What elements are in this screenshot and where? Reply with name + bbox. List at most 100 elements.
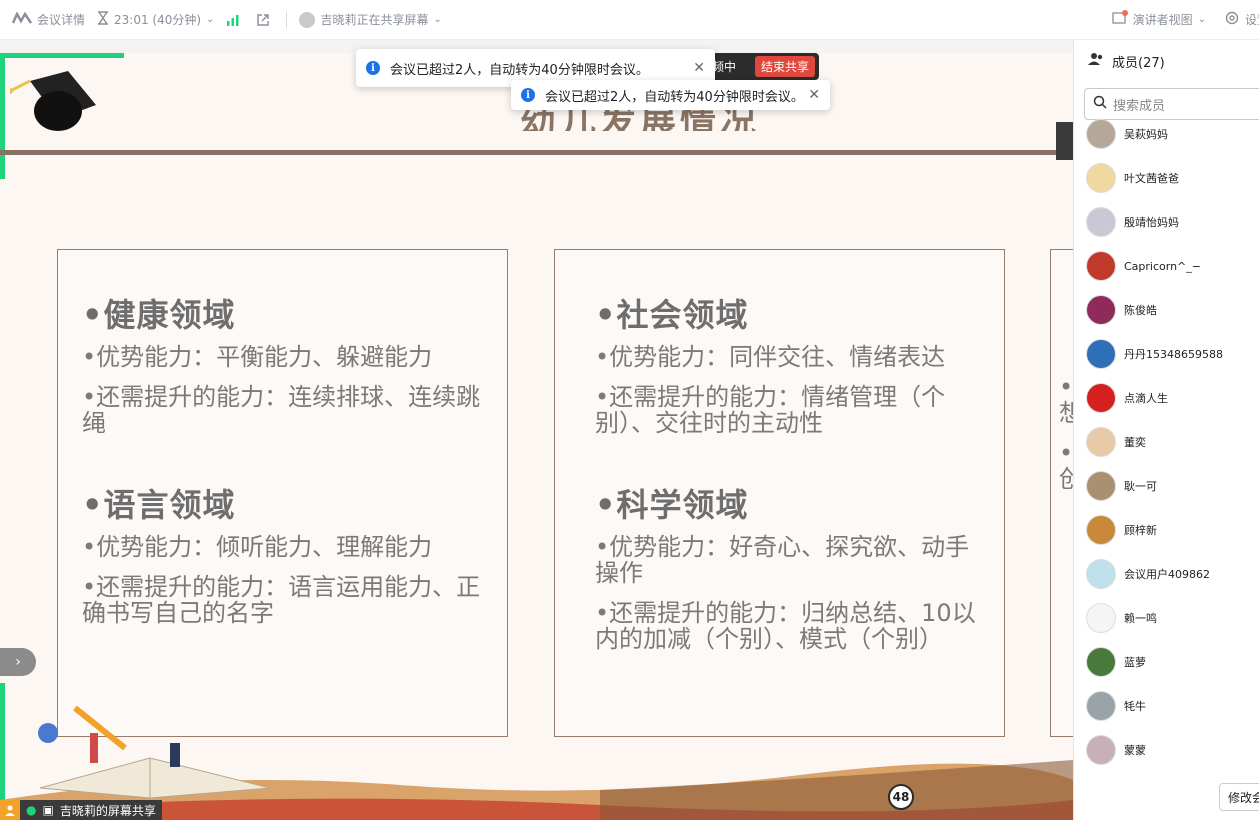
notice-toast: i 会议已超过2人，自动转为40分钟限时会议。 ✕ [511, 80, 830, 110]
sharing-status-text: 频中 [712, 60, 737, 74]
avatar [1086, 295, 1116, 325]
end-share-button[interactable]: 结束共享 [754, 56, 815, 77]
presenter-view-dropdown[interactable]: 演讲者视图 ⌄ [1111, 0, 1206, 40]
green-accent-top [0, 53, 124, 58]
timer-label: 23:01 (40分钟) [114, 13, 202, 27]
avatar [1086, 383, 1116, 413]
chevron-down-icon: ⌄ [1197, 14, 1206, 25]
settings-button[interactable]: 设置 [1224, 0, 1259, 40]
mic-icon: ● [26, 803, 37, 817]
page-number-badge: 48 [888, 784, 914, 810]
member-name: 殷靖怡妈妈 [1124, 216, 1179, 229]
member-list-item[interactable]: 殷靖怡妈妈 [1086, 200, 1179, 244]
info-icon: i [521, 88, 535, 102]
member-list-item[interactable]: 蓝萝 [1086, 640, 1146, 684]
sharing-status-label: 吉晓莉正在共享屏幕 [320, 13, 429, 27]
avatar [1086, 603, 1116, 633]
meeting-logo-icon [11, 11, 33, 27]
avatar [1086, 163, 1116, 193]
people-icon [1088, 52, 1104, 70]
member-list-item[interactable]: 顾梓新 [1086, 508, 1157, 552]
member-list-item[interactable]: 董奕 [1086, 420, 1146, 464]
health-language-card: •健康领域 •优势能力：平衡能力、躲避能力 •还需提升的能力：连续排球、连续跳绳… [57, 249, 508, 737]
settings-label: 设置 [1245, 13, 1259, 27]
presentation-slide: 幼儿发展情况 •健康领域 •优势能力：平衡能力、躲避能力 •还需提升的能力：连续… [0, 53, 1073, 820]
member-list-item[interactable]: 吴萩妈妈 [1086, 112, 1168, 156]
member-name: 丹丹15348659588 [1124, 348, 1223, 361]
member-list-item[interactable]: 点滴人生 [1086, 376, 1168, 420]
member-name: 陈俊皓 [1124, 304, 1157, 317]
toast-message: 会议已超过2人，自动转为40分钟限时会议。 [390, 62, 649, 78]
section-line: •还需提升的能力：情绪管理（个别）、交往时的主动性 [595, 383, 946, 437]
avatar [1086, 647, 1116, 677]
avatar [1086, 691, 1116, 721]
avatar [1086, 515, 1116, 545]
card-content: •健康领域 •优势能力：平衡能力、躲避能力 •还需提升的能力：连续排球、连续跳绳… [58, 250, 507, 626]
member-name: 吴萩妈妈 [1124, 128, 1168, 141]
section-line: •优势能力：倾听能力、理解能力 [82, 533, 433, 561]
member-name: 叶文茜爸爸 [1124, 172, 1179, 185]
avatar [1086, 559, 1116, 589]
partial-card: • 想 • 创 [1050, 249, 1073, 737]
member-name: 蓝萝 [1124, 656, 1146, 669]
section-line: •还需提升的能力：连续排球、连续跳绳 [82, 383, 481, 437]
member-name: 会议用户409862 [1124, 568, 1210, 581]
avatar [1086, 251, 1116, 281]
avatar [1086, 735, 1116, 765]
screen-share-label-bar: ● ▣ 吉晓莉的屏幕共享 [0, 800, 162, 820]
chevron-down-icon: ⌄ [433, 14, 442, 25]
shared-screen-stage: 幼儿发展情况 •健康领域 •优势能力：平衡能力、躲避能力 •还需提升的能力：连续… [0, 40, 1073, 820]
member-list-item[interactable]: 耿一可 [1086, 464, 1157, 508]
timer-dropdown[interactable]: 23:01 (40分钟) ⌄ [97, 0, 214, 40]
meeting-details-button[interactable]: 会议详情 [11, 0, 86, 40]
sharer-avatar [299, 11, 316, 28]
sharing-control-pill: 频中 结束共享 [706, 53, 819, 80]
collapse-handle[interactable] [1056, 122, 1073, 160]
presenter-view-icon [1111, 10, 1128, 28]
share-label: ● ▣ 吉晓莉的屏幕共享 [20, 800, 162, 820]
members-panel: 成员(27) 搜索成员 吴萩妈妈 叶文茜爸爸 殷靖怡妈妈 Capricorn^_− 陈俊… [1073, 40, 1259, 820]
section-line: •还需提升的能力：归纳总结、10以内的加减（个别）、模式（个别） [595, 599, 976, 653]
info-icon: i [366, 61, 380, 75]
open-book-illustration [30, 703, 280, 807]
member-name: 顾梓新 [1124, 524, 1157, 537]
expand-arrow-button[interactable]: › [0, 648, 36, 676]
avatar [1086, 119, 1116, 149]
meeting-details-label: 会议详情 [37, 13, 86, 27]
member-name: 耿一可 [1124, 480, 1157, 493]
member-list-item[interactable]: 会议用户409862 [1086, 552, 1210, 596]
social-science-card: •社会领域 •优势能力：同伴交往、情绪表达 •还需提升的能力：情绪管理（个别）、… [554, 249, 1005, 737]
section-title: •社会领域 [595, 296, 749, 334]
section-line: •还需提升的能力：语言运用能力、正确书写自己的名字 [82, 573, 481, 627]
top-toolbar: 会议详情 23:01 (40分钟) ⌄ 吉晓莉正在共享屏幕 ⌄ 演讲者视图 ⌄ … [0, 0, 1259, 40]
member-list-item[interactable]: 叶文茜爸爸 [1086, 156, 1179, 200]
member-list-item[interactable]: 丹丹15348659588 [1086, 332, 1223, 376]
gear-icon [1224, 10, 1240, 29]
member-name: 赖一鸣 [1124, 612, 1157, 625]
member-name: 蒙蒙 [1124, 744, 1146, 757]
close-icon[interactable]: ✕ [693, 60, 705, 76]
presenter-view-label: 演讲者视图 [1132, 13, 1193, 27]
member-list-item[interactable]: 陈俊皓 [1086, 288, 1157, 332]
search-icon [1093, 95, 1107, 113]
member-list-item[interactable]: 牦牛 [1086, 684, 1146, 728]
signal-icon[interactable] [226, 0, 240, 40]
monitor-icon: ▣ [42, 803, 54, 817]
avatar [1086, 207, 1116, 237]
card-content: •社会领域 •优势能力：同伴交往、情绪表达 •还需提升的能力：情绪管理（个别）、… [555, 250, 1004, 652]
member-list-item[interactable]: 赖一鸣 [1086, 596, 1157, 640]
green-accent-left [0, 53, 5, 179]
section-title: •健康领域 [82, 296, 236, 334]
avatar [1086, 339, 1116, 369]
section-line: •优势能力：同伴交往、情绪表达 [595, 343, 946, 371]
member-list-item[interactable]: 蒙蒙 [1086, 728, 1146, 772]
title-divider [0, 150, 1073, 155]
member-list-item[interactable]: Capricorn^_− [1086, 244, 1201, 288]
close-icon[interactable]: ✕ [808, 87, 820, 103]
section-title: •科学领域 [595, 486, 749, 524]
search-placeholder: 搜索成员 [1113, 98, 1166, 114]
graduation-cap-icon [7, 63, 100, 137]
popout-icon[interactable] [256, 0, 270, 40]
modify-name-button[interactable]: 修改会 [1219, 783, 1259, 811]
sharing-status-dropdown[interactable]: 吉晓莉正在共享屏幕 ⌄ [299, 0, 442, 40]
